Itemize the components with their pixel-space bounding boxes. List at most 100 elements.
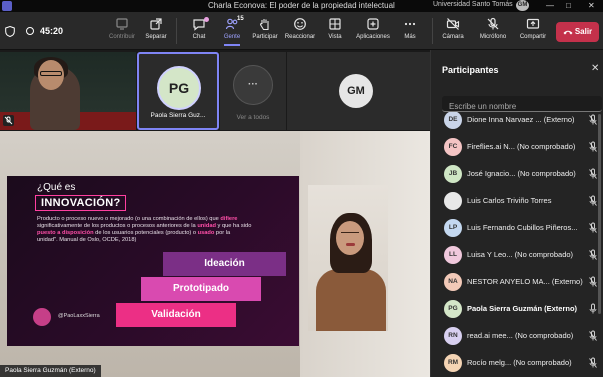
- participant-name: Luis Carlos Triviño Torres: [467, 196, 552, 205]
- window-title: Charla Econova: El poder de la propiedad…: [208, 1, 395, 10]
- participants-panel: Participantes ✕ DE Dione Inna Narvaez ...…: [430, 50, 603, 377]
- speaker-face: [336, 221, 364, 255]
- mic-off-icon: [589, 249, 597, 260]
- participant-tile-gm[interactable]: GM: [287, 52, 430, 130]
- slide-definition: Producto o proceso nuevo o mejorado (o u…: [37, 216, 252, 243]
- share-icon: [526, 18, 540, 29]
- participant-name: Luis Fernando Cubillos Piñeros...: [467, 223, 578, 232]
- avatar: LP: [444, 219, 462, 237]
- presenter-handle: @PaoLaxxSierra: [58, 313, 100, 319]
- more-icon: [404, 22, 416, 26]
- avatar: GM: [339, 74, 373, 108]
- meeting-toolbar: 45:20 Contribuir Separar Chat 15 Gente P…: [0, 12, 603, 50]
- speaker-glasses: [341, 232, 359, 236]
- organization-label[interactable]: Universidad Santo Tomás: [433, 1, 513, 8]
- pop-out-button[interactable]: Separar: [134, 17, 178, 40]
- microphone-button[interactable]: Micrófono: [471, 17, 515, 40]
- contribute-icon: [116, 18, 128, 30]
- mic-off-icon: [589, 276, 597, 287]
- close-icon[interactable]: ✕: [591, 63, 599, 74]
- pop-out-icon: [150, 18, 162, 30]
- more-icon: ···: [233, 65, 273, 105]
- main-video-feed[interactable]: ¿Qué es INNOVACIÓN? Producto o proceso n…: [0, 131, 430, 377]
- participant-name: Dione Inna Narvaez ... (Externo): [467, 115, 575, 124]
- participant-row[interactable]: RM Rocío melg... (No comprobado): [431, 350, 603, 377]
- participant-glasses: [40, 71, 62, 76]
- scrollbar[interactable]: [598, 114, 601, 314]
- participant-row[interactable]: Luis Carlos Triviño Torres: [431, 188, 603, 215]
- avatar: JB: [444, 165, 462, 183]
- stage-prototyping: Prototipado: [141, 277, 261, 301]
- mic-off-icon: [3, 115, 14, 126]
- stage-ideation: Ideación: [163, 252, 286, 276]
- participant-row[interactable]: LL Luisa Y Leo... (No comprobado): [431, 242, 603, 269]
- view-icon: [329, 18, 341, 30]
- raise-hand-icon: [260, 19, 269, 31]
- mic-on-icon: [589, 303, 597, 314]
- unread-dot: [204, 17, 209, 22]
- mic-off-icon: [589, 222, 597, 233]
- participant-row[interactable]: DE Dione Inna Narvaez ... (Externo): [431, 112, 603, 134]
- participant-row[interactable]: NA NESTOR ANYELO MA... (Externo): [431, 269, 603, 296]
- mic-off-icon: [589, 357, 597, 368]
- phone-hangup-icon: [563, 30, 573, 35]
- participant-video-tile[interactable]: [0, 52, 136, 130]
- participant-row[interactable]: RN read.ai mee... (No comprobado): [431, 323, 603, 350]
- mic-off-icon: [589, 141, 597, 152]
- minimize-button[interactable]: —: [546, 1, 554, 10]
- share-button[interactable]: Compartir: [511, 17, 555, 40]
- participant-search[interactable]: [442, 96, 602, 114]
- recording-icon: [26, 27, 34, 35]
- react-icon: [294, 18, 306, 30]
- user-avatar[interactable]: GM: [516, 0, 529, 11]
- slide-title: INNOVACIÓN?: [35, 195, 127, 211]
- avatar: LL: [444, 246, 462, 264]
- participant-name: Rocío melg... (No comprobado): [467, 358, 572, 367]
- mic-off-icon: [589, 195, 597, 206]
- avatar: RN: [444, 327, 462, 345]
- participant-row[interactable]: PG Paola Sierra Guzmán (Externo): [431, 296, 603, 323]
- participant-name: Fireflies.ai N... (No comprobado): [467, 142, 576, 151]
- camera-off-icon: [446, 18, 460, 30]
- close-window-button[interactable]: ✕: [588, 1, 595, 10]
- avatar: PG: [444, 300, 462, 318]
- participant-name: read.ai mee... (No comprobado): [467, 331, 574, 340]
- more-button[interactable]: Más: [388, 17, 432, 40]
- maximize-button[interactable]: □: [566, 1, 571, 10]
- camera-button[interactable]: Cámara: [431, 17, 475, 40]
- see-all-tile[interactable]: ··· Ver a todos: [220, 52, 286, 130]
- meeting-timer: 45:20: [40, 26, 64, 36]
- speaker-body: [316, 269, 386, 331]
- panel-title: Participantes: [442, 65, 499, 75]
- leave-button[interactable]: Salir: [556, 22, 599, 42]
- teams-logo-icon: [2, 1, 12, 11]
- title-bar: Charla Econova: El poder de la propiedad…: [0, 0, 603, 12]
- mic-off-icon: [589, 168, 597, 179]
- shield-icon: [5, 26, 15, 37]
- avatar: FC: [444, 138, 462, 156]
- speaker-name-tag: Paola Sierra Guzmán (Externo): [0, 365, 101, 377]
- participant-row[interactable]: JB José Ignacio... (No comprobado): [431, 161, 603, 188]
- avatar: DE: [444, 112, 462, 129]
- mic-off-icon: [487, 17, 499, 30]
- mic-off-icon: [589, 330, 597, 341]
- apps-icon: [367, 18, 379, 30]
- avatar: PG: [157, 66, 201, 110]
- see-all-label: Ver a todos: [236, 114, 270, 121]
- participant-name: NESTOR ANYELO MA... (Externo): [467, 277, 583, 286]
- participant-list: DE Dione Inna Narvaez ... (Externo) FC Fire…: [431, 112, 603, 377]
- participant-row[interactable]: LP Luis Fernando Cubillos Piñeros...: [431, 215, 603, 242]
- presenter-avatar: [33, 308, 51, 326]
- participant-row[interactable]: FC Fireflies.ai N... (No comprobado): [431, 134, 603, 161]
- tile-name: Paola Sierra Guz...: [150, 112, 206, 119]
- speaker-video: [308, 185, 388, 331]
- slide-question: ¿Qué es: [37, 182, 76, 193]
- participant-tile-pg[interactable]: PG Paola Sierra Guz...: [137, 52, 219, 130]
- participant-name: Paola Sierra Guzmán (Externo): [467, 304, 578, 313]
- participant-name: Luisa Y Leo... (No comprobado): [467, 250, 574, 259]
- stage-validation: Validación: [116, 303, 236, 327]
- participant-name: José Ignacio... (No comprobado): [467, 169, 576, 178]
- mic-off-icon: [589, 114, 597, 125]
- avatar: [444, 192, 462, 210]
- avatar: NA: [444, 273, 462, 291]
